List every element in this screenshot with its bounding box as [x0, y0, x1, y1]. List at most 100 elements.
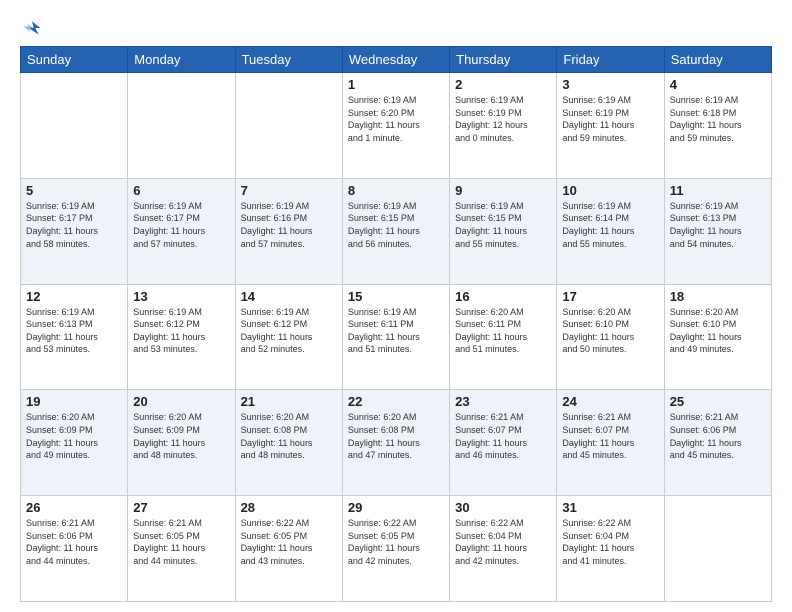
- day-cell: 28 Sunrise: 6:22 AM Sunset: 6:05 PM Dayli…: [235, 496, 342, 602]
- day-number: 12: [26, 289, 122, 304]
- day-number: 2: [455, 77, 551, 92]
- day-cell: 13Sunrise: 6:19 AM Sunset: 6:12 PM Dayli…: [128, 284, 235, 390]
- day-cell: 1 Sunrise: 6:19 AM Sunset: 6:20 PM Daylig…: [342, 73, 449, 179]
- logo: [20, 18, 42, 36]
- day-number: 3: [562, 77, 658, 92]
- col-header-wednesday: Wednesday: [342, 47, 449, 73]
- day-info: Sunrise: 6:22 AM Sunset: 6:04 PM Dayligh…: [455, 517, 551, 567]
- day-number: 29: [348, 500, 444, 515]
- col-header-thursday: Thursday: [450, 47, 557, 73]
- day-cell: 23 Sunrise: 6:21 AM Sunset: 6:07 PM Dayli…: [450, 390, 557, 496]
- day-info: Sunrise: 6:20 AM Sunset: 6:09 PM Dayligh…: [133, 411, 229, 461]
- day-number: 13: [133, 289, 229, 304]
- day-number: 28: [241, 500, 337, 515]
- day-info: Sunrise: 6:19 AM Sunset: 6:17 PM Dayligh…: [133, 200, 229, 250]
- day-info: Sunrise: 6:22 AM Sunset: 6:05 PM Dayligh…: [348, 517, 444, 567]
- day-cell: 29 Sunrise: 6:22 AM Sunset: 6:05 PM Dayli…: [342, 496, 449, 602]
- day-info: Sunrise: 6:19 AM Sunset: 6:19 PM Dayligh…: [562, 94, 658, 144]
- day-info: Sunrise: 6:19 AM Sunset: 6:19 PM Dayligh…: [455, 94, 551, 144]
- day-info: Sunrise: 6:22 AM Sunset: 6:05 PM Dayligh…: [241, 517, 337, 567]
- day-cell: [664, 496, 771, 602]
- day-info: Sunrise: 6:21 AM Sunset: 6:06 PM Dayligh…: [26, 517, 122, 567]
- day-info: Sunrise: 6:20 AM Sunset: 6:08 PM Dayligh…: [241, 411, 337, 461]
- day-number: 22: [348, 394, 444, 409]
- day-number: 30: [455, 500, 551, 515]
- day-number: 11: [670, 183, 766, 198]
- day-info: Sunrise: 6:19 AM Sunset: 6:18 PM Dayligh…: [670, 94, 766, 144]
- day-cell: 2 Sunrise: 6:19 AM Sunset: 6:19 PM Daylig…: [450, 73, 557, 179]
- day-number: 5: [26, 183, 122, 198]
- day-info: Sunrise: 6:20 AM Sunset: 6:08 PM Dayligh…: [348, 411, 444, 461]
- day-info: Sunrise: 6:19 AM Sunset: 6:17 PM Dayligh…: [26, 200, 122, 250]
- day-info: Sunrise: 6:21 AM Sunset: 6:05 PM Dayligh…: [133, 517, 229, 567]
- day-cell: 12 Sunrise: 6:19 AM Sunset: 6:13 PM Dayli…: [21, 284, 128, 390]
- day-number: 21: [241, 394, 337, 409]
- day-number: 24: [562, 394, 658, 409]
- day-cell: 17Sunrise: 6:20 AM Sunset: 6:10 PM Dayli…: [557, 284, 664, 390]
- day-cell: 26 Sunrise: 6:21 AM Sunset: 6:06 PM Dayli…: [21, 496, 128, 602]
- header: [20, 18, 772, 36]
- day-cell: 16 Sunrise: 6:20 AM Sunset: 6:11 PM Dayli…: [450, 284, 557, 390]
- day-info: Sunrise: 6:20 AM Sunset: 6:09 PM Dayligh…: [26, 411, 122, 461]
- calendar-table: SundayMondayTuesdayWednesdayThursdayFrid…: [20, 46, 772, 602]
- day-number: 27: [133, 500, 229, 515]
- day-number: 16: [455, 289, 551, 304]
- day-number: 9: [455, 183, 551, 198]
- page: SundayMondayTuesdayWednesdayThursdayFrid…: [0, 0, 792, 612]
- day-number: 26: [26, 500, 122, 515]
- day-cell: 6 Sunrise: 6:19 AM Sunset: 6:17 PM Daylig…: [128, 178, 235, 284]
- day-number: 19: [26, 394, 122, 409]
- day-cell: 31 Sunrise: 6:22 AM Sunset: 6:04 PM Dayli…: [557, 496, 664, 602]
- day-cell: 18 Sunrise: 6:20 AM Sunset: 6:10 PM Dayli…: [664, 284, 771, 390]
- day-cell: [21, 73, 128, 179]
- day-cell: 30 Sunrise: 6:22 AM Sunset: 6:04 PM Dayli…: [450, 496, 557, 602]
- day-cell: 22 Sunrise: 6:20 AM Sunset: 6:08 PM Dayli…: [342, 390, 449, 496]
- day-cell: 19 Sunrise: 6:20 AM Sunset: 6:09 PM Dayli…: [21, 390, 128, 496]
- day-number: 14: [241, 289, 337, 304]
- day-cell: 25Sunrise: 6:21 AM Sunset: 6:06 PM Dayli…: [664, 390, 771, 496]
- day-cell: 10Sunrise: 6:19 AM Sunset: 6:14 PM Dayli…: [557, 178, 664, 284]
- day-number: 1: [348, 77, 444, 92]
- day-info: Sunrise: 6:19 AM Sunset: 6:12 PM Dayligh…: [241, 306, 337, 356]
- day-info: Sunrise: 6:20 AM Sunset: 6:11 PM Dayligh…: [455, 306, 551, 356]
- day-cell: 15 Sunrise: 6:19 AM Sunset: 6:11 PM Dayli…: [342, 284, 449, 390]
- week-row-0: 1 Sunrise: 6:19 AM Sunset: 6:20 PM Daylig…: [21, 73, 772, 179]
- day-info: Sunrise: 6:19 AM Sunset: 6:11 PM Dayligh…: [348, 306, 444, 356]
- day-info: Sunrise: 6:20 AM Sunset: 6:10 PM Dayligh…: [670, 306, 766, 356]
- day-info: Sunrise: 6:19 AM Sunset: 6:14 PM Dayligh…: [562, 200, 658, 250]
- col-header-saturday: Saturday: [664, 47, 771, 73]
- week-row-2: 12 Sunrise: 6:19 AM Sunset: 6:13 PM Dayli…: [21, 284, 772, 390]
- header-row: SundayMondayTuesdayWednesdayThursdayFrid…: [21, 47, 772, 73]
- day-cell: 27 Sunrise: 6:21 AM Sunset: 6:05 PM Dayli…: [128, 496, 235, 602]
- day-number: 6: [133, 183, 229, 198]
- week-row-4: 26 Sunrise: 6:21 AM Sunset: 6:06 PM Dayli…: [21, 496, 772, 602]
- day-number: 18: [670, 289, 766, 304]
- day-info: Sunrise: 6:19 AM Sunset: 6:15 PM Dayligh…: [348, 200, 444, 250]
- day-cell: [235, 73, 342, 179]
- col-header-tuesday: Tuesday: [235, 47, 342, 73]
- day-cell: 14 Sunrise: 6:19 AM Sunset: 6:12 PM Dayli…: [235, 284, 342, 390]
- day-info: Sunrise: 6:19 AM Sunset: 6:13 PM Dayligh…: [26, 306, 122, 356]
- day-info: Sunrise: 6:19 AM Sunset: 6:20 PM Dayligh…: [348, 94, 444, 144]
- day-info: Sunrise: 6:21 AM Sunset: 6:06 PM Dayligh…: [670, 411, 766, 461]
- day-cell: 20 Sunrise: 6:20 AM Sunset: 6:09 PM Dayli…: [128, 390, 235, 496]
- logo-bird-icon: [22, 18, 42, 38]
- day-cell: 3 Sunrise: 6:19 AM Sunset: 6:19 PM Daylig…: [557, 73, 664, 179]
- col-header-sunday: Sunday: [21, 47, 128, 73]
- col-header-monday: Monday: [128, 47, 235, 73]
- day-info: Sunrise: 6:19 AM Sunset: 6:13 PM Dayligh…: [670, 200, 766, 250]
- day-number: 20: [133, 394, 229, 409]
- day-info: Sunrise: 6:19 AM Sunset: 6:15 PM Dayligh…: [455, 200, 551, 250]
- day-cell: 7Sunrise: 6:19 AM Sunset: 6:16 PM Daylig…: [235, 178, 342, 284]
- day-cell: [128, 73, 235, 179]
- day-info: Sunrise: 6:22 AM Sunset: 6:04 PM Dayligh…: [562, 517, 658, 567]
- day-info: Sunrise: 6:19 AM Sunset: 6:16 PM Dayligh…: [241, 200, 337, 250]
- col-header-friday: Friday: [557, 47, 664, 73]
- day-number: 31: [562, 500, 658, 515]
- day-cell: 5 Sunrise: 6:19 AM Sunset: 6:17 PM Daylig…: [21, 178, 128, 284]
- day-info: Sunrise: 6:21 AM Sunset: 6:07 PM Dayligh…: [455, 411, 551, 461]
- day-cell: 9 Sunrise: 6:19 AM Sunset: 6:15 PM Daylig…: [450, 178, 557, 284]
- day-number: 23: [455, 394, 551, 409]
- day-cell: 4Sunrise: 6:19 AM Sunset: 6:18 PM Daylig…: [664, 73, 771, 179]
- day-number: 15: [348, 289, 444, 304]
